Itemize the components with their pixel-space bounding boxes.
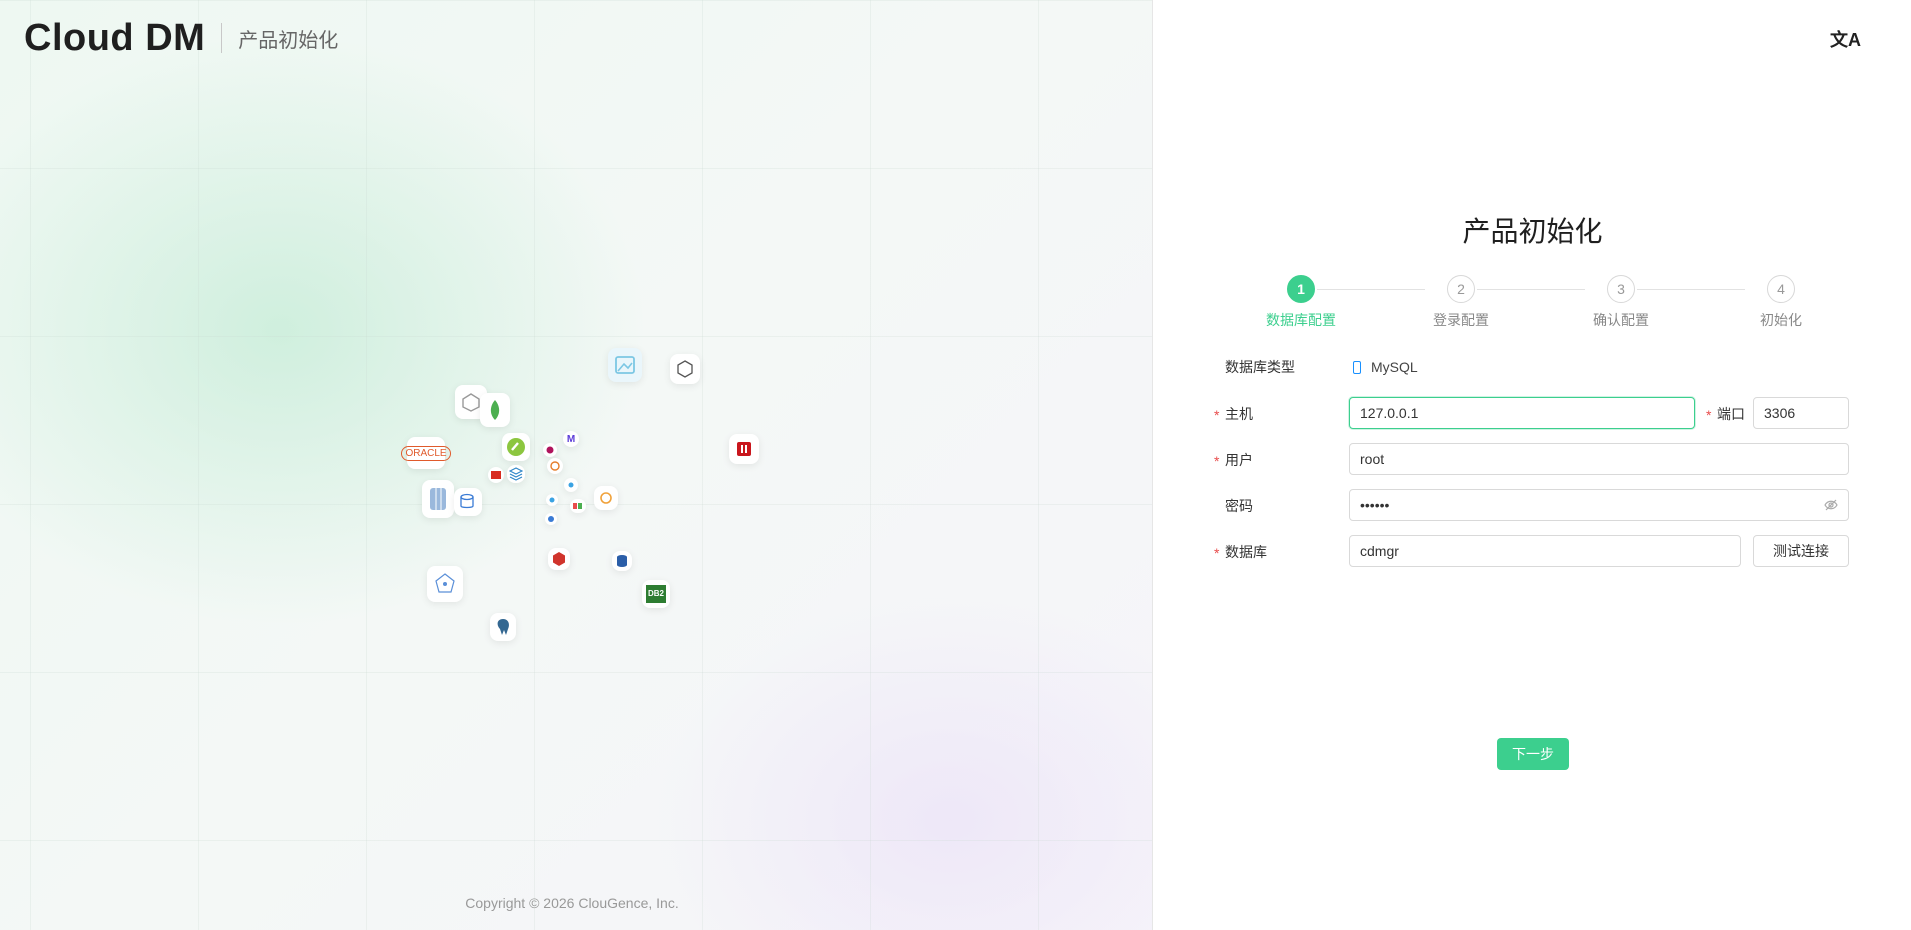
small-logo-icon-4 <box>570 499 586 513</box>
database-logo-cloud: ORACLE M DB2 <box>0 0 1152 930</box>
step-number: 3 <box>1607 275 1635 303</box>
user-label: 用户 <box>1225 452 1253 468</box>
mongodb-logo-icon <box>480 393 510 427</box>
required-mark: * <box>1706 407 1712 423</box>
step-label: 数据库配置 <box>1266 312 1336 328</box>
translate-icon[interactable]: 文A <box>1830 26 1861 52</box>
required-mark: * <box>1214 545 1220 561</box>
db2-logo-icon: DB2 <box>642 580 670 608</box>
host-label: 主机 <box>1225 406 1253 422</box>
greenplum-logo-icon <box>502 433 530 461</box>
db-type-row: 数据库类型 MySQL <box>1153 350 1911 384</box>
image-logo-icon <box>608 348 642 382</box>
database-input[interactable]: cdmgr <box>1349 535 1741 567</box>
step-number: 4 <box>1767 275 1795 303</box>
redis-enterprise-logo-icon <box>729 434 759 464</box>
small-logo-icon-5 <box>546 494 558 506</box>
port-input[interactable]: 3306 <box>1753 397 1849 429</box>
small-logo-icon-2 <box>547 458 563 474</box>
test-connection-button[interactable]: 测试连接 <box>1753 535 1849 567</box>
step-initialize: 4 初始化 <box>1741 275 1821 330</box>
database-label: 数据库 <box>1225 544 1267 560</box>
copyright-text: Copyright © 2026 ClouGence, Inc. <box>465 895 679 911</box>
columnar-db-logo-icon <box>422 480 454 518</box>
step-number: 1 <box>1287 275 1315 303</box>
small-logo-icon-3 <box>564 478 578 492</box>
step-label: 确认配置 <box>1593 312 1649 328</box>
database-blue-logo-icon <box>612 551 632 571</box>
password-row: 密码 •••••• <box>1153 489 1911 523</box>
step-confirm-config: 3 确认配置 <box>1581 275 1661 330</box>
step-database-config: 1 数据库配置 <box>1261 275 1341 330</box>
host-input[interactable]: 127.0.0.1 <box>1349 397 1695 429</box>
required-mark: * <box>1214 453 1220 469</box>
hexagon-red-logo-icon <box>548 548 570 570</box>
small-logo-icon-1 <box>543 443 557 457</box>
required-mark: * <box>1214 407 1220 423</box>
user-row: * 用户 root <box>1153 443 1911 477</box>
mysql-icon <box>1353 360 1361 374</box>
user-input[interactable]: root <box>1349 443 1849 475</box>
cloud-database-logo-icon <box>454 488 482 516</box>
small-logo-icon-6 <box>545 513 557 525</box>
db-type-label: 数据库类型 <box>1225 359 1295 375</box>
sun-logo-icon <box>594 486 618 510</box>
port-label: 端口 <box>1717 406 1745 422</box>
step-label: 登录配置 <box>1433 312 1489 328</box>
password-input[interactable]: •••••• <box>1349 489 1849 521</box>
step-login-config: 2 登录配置 <box>1421 275 1501 330</box>
step-number: 2 <box>1447 275 1475 303</box>
password-label: 密码 <box>1225 498 1253 514</box>
m-logo-icon: M <box>563 431 579 447</box>
eye-hidden-icon[interactable] <box>1824 490 1838 521</box>
next-step-button[interactable]: 下一步 <box>1497 738 1569 770</box>
host-row: * 主机 127.0.0.1 * 端口 3306 <box>1153 397 1911 431</box>
db-type-value: MySQL <box>1353 350 1418 384</box>
db-type-text: MySQL <box>1371 359 1418 375</box>
hero-panel: Cloud DM 产品初始化 ORACLE M DB2 Copyright © … <box>0 0 1152 930</box>
redis-logo-icon <box>488 467 504 483</box>
step-label: 初始化 <box>1760 312 1802 328</box>
init-panel: 文A 产品初始化 1 数据库配置 2 登录配置 3 确认配置 4 初始化 数据库… <box>1152 0 1911 930</box>
oracle-logo-icon: ORACLE <box>401 437 451 469</box>
graph-db-logo-icon <box>427 566 463 602</box>
hexagon-logo-icon <box>670 354 700 384</box>
stepper: 1 数据库配置 2 登录配置 3 确认配置 4 初始化 <box>1261 275 1821 335</box>
password-masked-value: •••••• <box>1360 497 1390 513</box>
postgresql-logo-icon <box>490 613 516 641</box>
database-row: * 数据库 cdmgr 测试连接 <box>1153 535 1911 569</box>
page-title: 产品初始化 <box>1462 216 1603 247</box>
layers-logo-icon <box>507 465 525 483</box>
